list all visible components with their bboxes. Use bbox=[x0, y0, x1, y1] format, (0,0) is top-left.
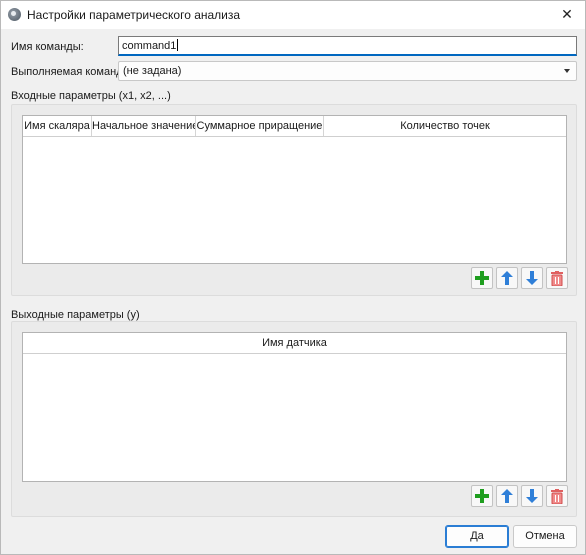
command-name-input[interactable]: command1 bbox=[118, 36, 577, 56]
command-name-label: Имя команды: bbox=[11, 41, 84, 53]
command-select-value: (не задана) bbox=[123, 65, 182, 77]
app-icon bbox=[8, 8, 21, 21]
move-output-down-button[interactable] bbox=[521, 485, 543, 507]
column-header-sensor-name[interactable]: Имя датчика bbox=[23, 333, 566, 353]
command-name-value: command1 bbox=[122, 40, 177, 52]
outputs-toolbar bbox=[471, 485, 568, 507]
outputs-group-title: Выходные параметры (y) bbox=[11, 309, 140, 321]
move-down-icon bbox=[526, 271, 538, 285]
move-down-icon bbox=[526, 489, 538, 503]
title-bar: Настройки параметрического анализа ✕ bbox=[1, 1, 585, 29]
inputs-group: Имя скаляра Начальное значение Суммарное… bbox=[11, 104, 577, 296]
window-title: Настройки параметрического анализа bbox=[27, 8, 241, 22]
column-header-start-value[interactable]: Начальное значение bbox=[92, 116, 196, 136]
move-output-up-button[interactable] bbox=[496, 485, 518, 507]
move-up-icon bbox=[501, 489, 513, 503]
move-up-icon bbox=[501, 271, 513, 285]
inputs-table-header: Имя скаляра Начальное значение Суммарное… bbox=[23, 116, 566, 137]
delete-output-button[interactable] bbox=[546, 485, 568, 507]
delete-icon bbox=[551, 488, 563, 504]
inputs-toolbar bbox=[471, 267, 568, 289]
add-icon bbox=[475, 489, 489, 503]
outputs-group: Имя датчика bbox=[11, 321, 577, 517]
inputs-table[interactable]: Имя скаляра Начальное значение Суммарное… bbox=[22, 115, 567, 264]
delete-icon bbox=[551, 270, 563, 286]
ok-button[interactable]: Да bbox=[445, 525, 509, 548]
column-header-point-count[interactable]: Количество точек bbox=[324, 116, 566, 136]
move-input-up-button[interactable] bbox=[496, 267, 518, 289]
add-icon bbox=[475, 271, 489, 285]
add-output-button[interactable] bbox=[471, 485, 493, 507]
outputs-table-header: Имя датчика bbox=[23, 333, 566, 354]
delete-input-button[interactable] bbox=[546, 267, 568, 289]
column-header-scalar-name[interactable]: Имя скаляра bbox=[23, 116, 92, 136]
dialog-window: Настройки параметрического анализа ✕ Имя… bbox=[0, 0, 586, 555]
move-input-down-button[interactable] bbox=[521, 267, 543, 289]
command-select[interactable]: (не задана) bbox=[118, 61, 577, 81]
chevron-down-icon bbox=[564, 69, 570, 73]
column-header-total-increment[interactable]: Суммарное приращение bbox=[196, 116, 324, 136]
close-button[interactable]: ✕ bbox=[555, 3, 579, 25]
inputs-group-title: Входные параметры (x1, x2, ...) bbox=[11, 90, 171, 102]
add-input-button[interactable] bbox=[471, 267, 493, 289]
text-caret bbox=[177, 39, 179, 51]
command-label: Выполняемая команда: bbox=[11, 66, 132, 78]
cancel-button[interactable]: Отмена bbox=[513, 525, 577, 548]
outputs-table[interactable]: Имя датчика bbox=[22, 332, 567, 482]
